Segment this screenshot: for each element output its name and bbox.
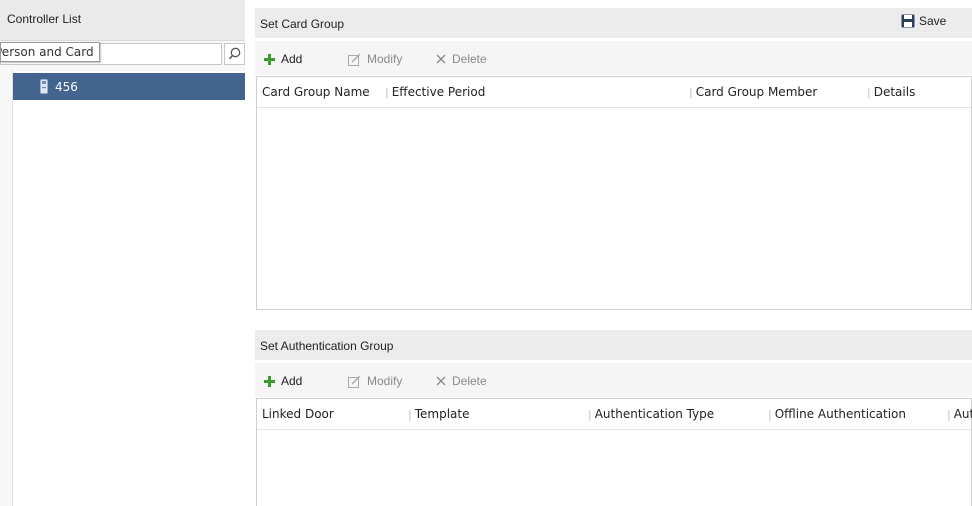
delete-label: Delete <box>452 52 487 66</box>
card-group-modify-button[interactable]: Modify <box>348 52 402 66</box>
save-icon <box>901 14 915 28</box>
card-group-table-header: Card Group Name | Effective Period | Card … <box>257 77 971 108</box>
delete-label: Delete <box>452 374 487 388</box>
edit-icon <box>348 53 361 66</box>
auth-group-header: Set Authentication Group <box>255 330 972 360</box>
save-label: Save <box>919 14 947 28</box>
card-group-title: Set Card Group <box>260 17 345 31</box>
controller-list-title: Controller List <box>7 12 82 26</box>
card-group-table: Card Group Name | Effective Period | Card … <box>256 76 972 310</box>
search-tooltip: Person and Card <box>0 42 100 62</box>
card-group-header: Set Card Group <box>255 8 972 38</box>
card-group-toolbar: Add Modify Delete <box>255 41 972 75</box>
modify-label: Modify <box>367 52 403 66</box>
search-icon <box>228 47 241 60</box>
add-label: Add <box>281 52 303 66</box>
auth-group-add-button[interactable]: Add <box>264 374 302 388</box>
tree-item-label: 456 <box>55 80 78 94</box>
modify-label: Modify <box>367 374 403 388</box>
auth-group-modify-button[interactable]: Modify <box>348 374 402 388</box>
column-header[interactable]: | Offline Authentication <box>768 407 906 421</box>
controller-icon <box>40 79 48 94</box>
add-icon <box>264 375 275 387</box>
auth-group-delete-button[interactable]: Delete <box>436 374 487 388</box>
column-header[interactable]: | Authentication Type <box>588 407 714 421</box>
column-header[interactable]: | Aut <box>947 407 972 421</box>
auth-group-toolbar: Add Modify Delete <box>255 363 972 397</box>
column-header[interactable]: | Template <box>408 407 469 421</box>
card-group-add-button[interactable]: Add <box>264 52 302 66</box>
controller-tree <box>12 71 246 506</box>
tree-item-controller[interactable]: 456 <box>13 73 245 100</box>
close-icon <box>436 54 446 64</box>
add-label: Add <box>281 374 303 388</box>
edit-icon <box>348 375 361 388</box>
close-icon <box>436 376 446 386</box>
add-icon <box>264 53 275 65</box>
column-header[interactable]: | Details <box>867 85 915 99</box>
card-group-delete-button[interactable]: Delete <box>436 52 487 66</box>
column-header[interactable]: Card Group Name <box>262 85 370 99</box>
search-button[interactable] <box>224 43 245 65</box>
save-button[interactable]: Save <box>901 14 946 28</box>
column-header[interactable]: | Effective Period <box>385 85 485 99</box>
auth-group-title: Set Authentication Group <box>260 339 394 353</box>
column-header[interactable]: Linked Door <box>262 407 334 421</box>
auth-group-table-header: Linked Door | Template | Authentication Ty… <box>257 399 972 430</box>
auth-group-table: Linked Door | Template | Authentication Ty… <box>256 398 972 506</box>
column-header[interactable]: | Card Group Member <box>689 85 817 99</box>
controller-list-header: Controller List <box>0 0 245 41</box>
